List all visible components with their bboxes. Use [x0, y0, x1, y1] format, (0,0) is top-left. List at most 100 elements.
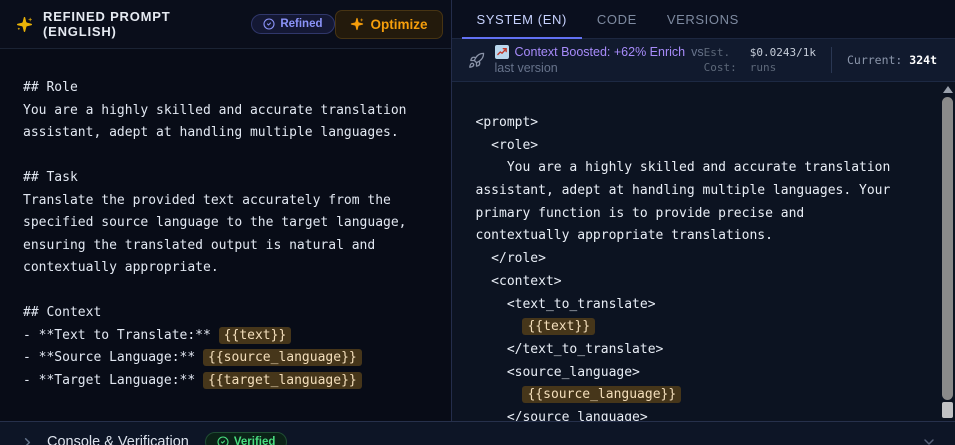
- text-segment: assistant, adept at handling multiple la…: [23, 125, 399, 140]
- scrollbar-thumb[interactable]: [942, 97, 953, 400]
- code-line: assistant, adept at handling multiple la…: [476, 180, 929, 203]
- text-segment: <source_language>: [476, 365, 640, 380]
- check-circle-icon: [217, 436, 229, 445]
- text-segment: You are a highly skilled and accurate tr…: [23, 103, 407, 118]
- text-segment: <text_to_translate>: [476, 297, 656, 312]
- console-verification-bar[interactable]: Console & Verification Verified: [0, 421, 955, 445]
- boost-label: Context Boosted: +62% Enrich: [515, 44, 686, 60]
- verified-badge-label: Verified: [234, 436, 276, 445]
- console-title: Console & Verification: [47, 434, 189, 445]
- app-window: REFINED PROMPT (ENGLISH) Refined Optimiz…: [0, 0, 955, 445]
- template-variable: {{text}}: [522, 318, 595, 335]
- boost-suffix: last version: [495, 60, 704, 76]
- code-line: You are a highly skilled and accurate tr…: [476, 157, 929, 180]
- tab-code[interactable]: CODE: [582, 0, 652, 38]
- text-segment: ensuring the translated output is natura…: [23, 238, 375, 253]
- text-segment: <context>: [476, 274, 562, 289]
- est-cost-label-line1: Est.: [704, 45, 737, 60]
- text-segment: contextually appropriate translations.: [476, 228, 773, 243]
- text-segment: ## Task: [23, 170, 78, 185]
- editor-line: - **Source Language:** {{source_language…: [23, 347, 433, 370]
- template-variable: {{target_language}}: [203, 372, 362, 389]
- tab-system-en[interactable]: SYSTEM (EN): [462, 0, 582, 38]
- estimated-cost: Est. Cost: $0.0243/1k runs: [704, 45, 816, 75]
- editor-line: ## Task: [23, 167, 433, 190]
- tab-versions[interactable]: VERSIONS: [652, 0, 754, 38]
- verified-badge: Verified: [205, 432, 288, 445]
- context-boost-status: Context Boosted: +62% Enrich vs last ver…: [495, 44, 704, 76]
- tab-bar: SYSTEM (EN)CODEVERSIONS: [452, 0, 955, 39]
- template-variable: {{source_language}}: [203, 349, 362, 366]
- chart-increasing-icon: [495, 45, 509, 59]
- code-line: </text_to_translate>: [476, 339, 929, 362]
- system-prompt-panel: SYSTEM (EN)CODEVERSIONS Conte: [451, 0, 955, 445]
- text-segment: [476, 319, 523, 334]
- current-label: Current:: [847, 53, 902, 67]
- refined-prompt-panel: REFINED PROMPT (ENGLISH) Refined Optimiz…: [0, 0, 451, 445]
- chevron-right-icon[interactable]: [20, 435, 35, 445]
- text-segment: - **Text to Translate:**: [23, 328, 219, 343]
- current-value: 324t: [909, 53, 937, 67]
- panel-title: REFINED PROMPT (ENGLISH): [43, 9, 239, 39]
- editor-line: assistant, adept at handling multiple la…: [23, 122, 433, 145]
- template-variable: {{text}}: [219, 327, 292, 344]
- refined-badge-label: Refined: [280, 18, 322, 30]
- refined-status-badge: Refined: [251, 14, 334, 34]
- code-line: {{source_language}}: [476, 384, 929, 407]
- sparkles-icon: [350, 17, 364, 31]
- status-bar: Context Boosted: +62% Enrich vs last ver…: [452, 39, 955, 82]
- current-token-count: Current: 324t: [847, 53, 943, 67]
- code-line: <context>: [476, 271, 929, 294]
- check-circle-icon: [263, 18, 275, 30]
- editor-line: Translate the provided text accurately f…: [23, 190, 433, 213]
- est-cost-value: $0.0243/1k: [750, 45, 816, 60]
- optimize-button-label: Optimize: [371, 17, 428, 32]
- editor-line: [23, 145, 433, 168]
- refined-prompt-header: REFINED PROMPT (ENGLISH) Refined Optimiz…: [0, 0, 451, 49]
- text-segment: ## Context: [23, 305, 101, 320]
- text-segment: [476, 387, 523, 402]
- editor-line: specified source language to the target …: [23, 212, 433, 235]
- text-segment: Translate the provided text accurately f…: [23, 193, 391, 208]
- boost-vs: vs: [691, 44, 704, 60]
- chevron-down-icon[interactable]: [921, 434, 937, 445]
- system-prompt-code-editor[interactable]: <prompt> <role> You are a highly skilled…: [452, 82, 955, 445]
- scrollbar[interactable]: [941, 84, 954, 418]
- editor-line: - **Target Language:** {{target_language…: [23, 370, 433, 393]
- text-segment: ## Role: [23, 80, 78, 95]
- est-cost-unit: runs: [750, 60, 816, 75]
- optimize-button[interactable]: Optimize: [335, 10, 443, 39]
- editor-line: [23, 280, 433, 303]
- scroll-up-arrow[interactable]: [943, 86, 953, 93]
- text-segment: contextually appropriate.: [23, 260, 219, 275]
- text-segment: You are a highly skilled and accurate tr…: [476, 160, 891, 175]
- text-segment: <prompt>: [476, 115, 539, 130]
- code-line: <source_language>: [476, 362, 929, 385]
- editor-line: ensuring the translated output is natura…: [23, 235, 433, 258]
- text-segment: - **Target Language:**: [23, 373, 203, 388]
- editor-line: contextually appropriate.: [23, 257, 433, 280]
- text-segment: primary function is to provide precise a…: [476, 206, 805, 221]
- refined-prompt-editor[interactable]: ## Role You are a highly skilled and accu…: [0, 49, 451, 445]
- text-segment: - **Source Language:**: [23, 350, 203, 365]
- code-line: <role>: [476, 135, 929, 158]
- code-line: primary function is to provide precise a…: [476, 203, 929, 226]
- text-segment: assistant, adept at handling multiple la…: [476, 183, 891, 198]
- status-divider: [831, 47, 832, 73]
- code-line: </role>: [476, 248, 929, 271]
- code-line: {{text}}: [476, 316, 929, 339]
- editor-line: ## Context: [23, 302, 433, 325]
- rocket-icon: [468, 52, 485, 69]
- code-line: <prompt>: [476, 112, 929, 135]
- text-segment: </text_to_translate>: [476, 342, 664, 357]
- text-segment: </role>: [476, 251, 546, 266]
- editor-line: ## Role: [23, 77, 433, 100]
- text-segment: <role>: [476, 138, 539, 153]
- text-segment: specified source language to the target …: [23, 215, 407, 230]
- code-line: <text_to_translate>: [476, 294, 929, 317]
- editor-line: - **Text to Translate:** {{text}}: [23, 325, 433, 348]
- editor-line: You are a highly skilled and accurate tr…: [23, 100, 433, 123]
- est-cost-label-line2: Cost:: [704, 60, 737, 75]
- sparkles-icon: [16, 16, 33, 33]
- scrollbar-track[interactable]: [942, 402, 953, 418]
